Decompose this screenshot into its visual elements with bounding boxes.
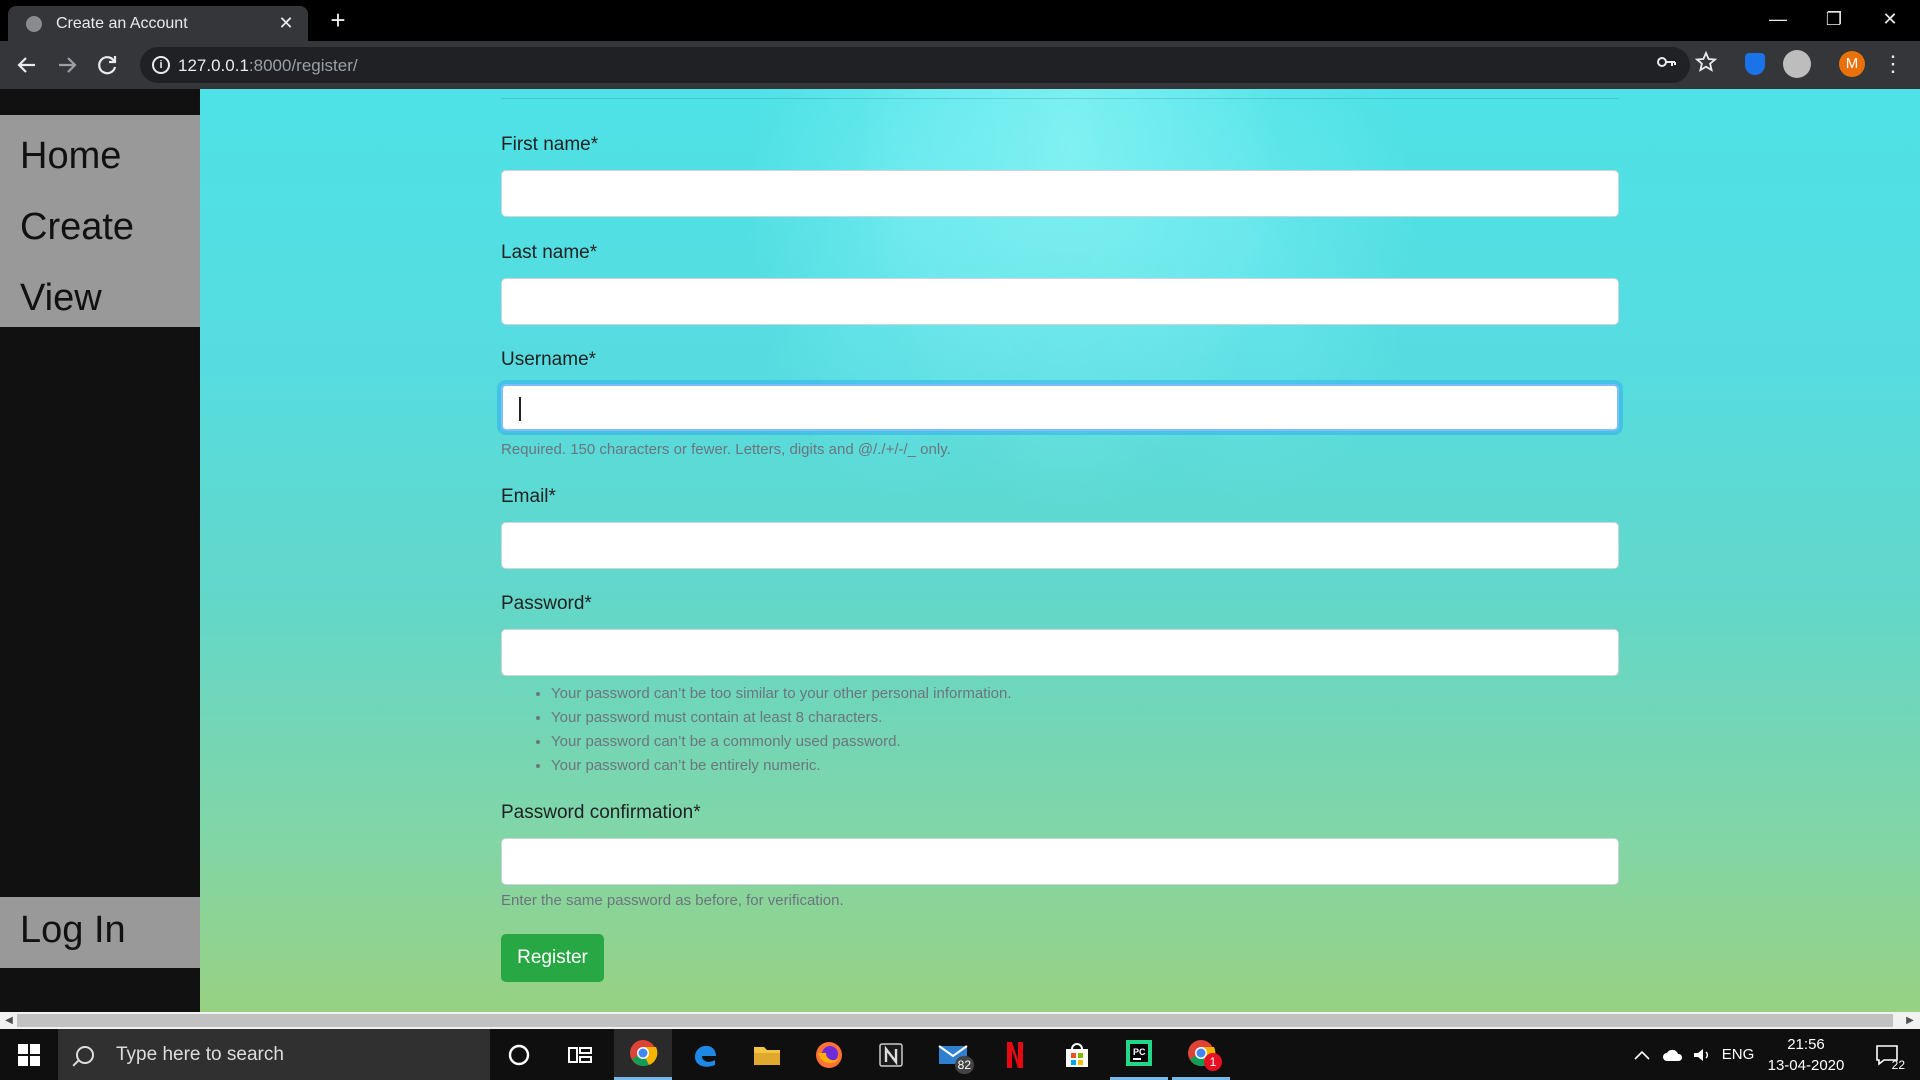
chevron-up-icon[interactable] [1630,1029,1654,1080]
chrome-profile-taskbar-icon[interactable]: 1 [1172,1029,1230,1080]
pycharm-icon[interactable]: PC [1110,1029,1168,1080]
star-icon[interactable] [1692,50,1720,79]
password-label: Password* [501,593,592,614]
text-caret [519,397,521,421]
task-view-icon[interactable] [551,1029,609,1080]
first-name-field[interactable] [501,170,1619,217]
restore-button[interactable]: ❐ [1806,0,1862,40]
sidebar-item-login[interactable]: Log In [20,909,126,952]
taskbar-search[interactable]: Type here to search [58,1029,490,1080]
last-name-field[interactable] [501,278,1619,325]
windows-icon [18,1043,40,1066]
browser-tab-strip: Create an Account ✕ + — ❐ ✕ [0,0,1920,41]
username-help: Required. 150 characters or fewer. Lette… [501,441,951,458]
notification-center-icon[interactable]: 22 [1862,1029,1912,1080]
reload-icon[interactable] [93,51,121,79]
new-tab-button[interactable]: + [325,7,351,34]
last-name-label: Last name* [501,242,598,263]
search-placeholder: Type here to search [116,1043,284,1065]
password-confirmation-field[interactable] [501,838,1619,885]
mail-badge: 82 [954,1056,974,1074]
back-icon[interactable] [13,51,41,79]
password-confirmation-label: Password confirmation* [501,802,701,823]
sidebar-bottom-nav: Log In [0,897,200,968]
password-field[interactable] [501,629,1619,676]
password-confirmation-help: Enter the same password as before, for v… [501,892,844,909]
svg-text:PC: PC [1133,1047,1146,1057]
key-icon[interactable] [1652,51,1680,79]
scrollbar-thumb[interactable] [17,1014,1893,1027]
forward-icon[interactable] [53,51,81,79]
scroll-left-icon[interactable]: ◀ [3,1015,15,1027]
notification-count: 22 [1891,1058,1905,1072]
sidebar-nav: Home Create View [0,115,200,327]
clock[interactable]: 21:56 13-04-2020 [1756,1034,1856,1076]
volume-icon[interactable] [1688,1029,1716,1080]
password-help-item: Your password can’t be entirely numeric. [551,754,1012,778]
username-field[interactable] [501,384,1619,431]
clock-date: 13-04-2020 [1767,1057,1845,1074]
shield-extension-icon[interactable] [1745,53,1765,75]
password-help-item: Your password must contain at least 8 ch… [551,706,1012,730]
minimize-button[interactable]: — [1750,0,1806,40]
mail-icon[interactable]: 82 [924,1029,982,1080]
chrome-taskbar-icon[interactable] [614,1029,672,1080]
sidebar-item-home[interactable]: Home [20,135,121,178]
extension-icon[interactable] [1783,50,1811,78]
scroll-right-icon[interactable]: ▶ [1904,1015,1916,1027]
clock-time: 21:56 [1787,1036,1825,1053]
email-field[interactable] [501,522,1619,569]
password-help-item: Your password can’t be too similar to yo… [551,682,1012,706]
password-help-item: Your password can’t be a commonly used p… [551,730,1012,754]
info-icon[interactable]: i [152,56,170,74]
password-help-list: Your password can’t be too similar to yo… [551,682,1012,778]
sidebar: Home Create View Log In [0,89,200,1012]
horizontal-scrollbar[interactable]: ◀ ▶ [0,1012,1920,1029]
firefox-icon[interactable] [800,1029,858,1080]
chrome-badge: 1 [1204,1053,1222,1071]
netflix-icon[interactable] [986,1029,1044,1080]
search-icon [76,1045,94,1064]
email-label: Email* [501,486,556,507]
menu-icon[interactable]: ⋮ [1882,51,1904,77]
page-viewport: Home Create View Log In First name* Last… [0,89,1920,1012]
sidebar-item-create[interactable]: Create [20,206,134,249]
store-icon[interactable] [1048,1029,1106,1080]
register-button[interactable]: Register [501,934,604,982]
close-window-button[interactable]: ✕ [1862,0,1918,40]
globe-icon [26,15,42,32]
profile-avatar[interactable]: M [1839,51,1865,77]
cortana-icon[interactable] [490,1029,548,1080]
address-bar[interactable]: i 127.0.0.1:8000/register/ [140,47,1690,83]
taskbar: Type here to search 82 PC 1 ENG 21:56 13… [0,1029,1920,1080]
divider [501,98,1619,99]
browser-toolbar: i 127.0.0.1:8000/register/ [0,41,1920,89]
url-text: 127.0.0.1:8000/register/ [178,56,358,75]
first-name-label: First name* [501,134,599,155]
username-label: Username* [501,349,597,370]
edge-icon[interactable] [676,1029,734,1080]
browser-tab[interactable]: Create an Account ✕ [8,6,308,41]
language-indicator[interactable]: ENG [1718,1029,1758,1080]
file-explorer-icon[interactable] [738,1029,796,1080]
start-button[interactable] [0,1029,58,1080]
onedrive-icon[interactable] [1658,1029,1688,1080]
sidebar-item-view[interactable]: View [20,277,102,320]
notion-icon[interactable] [862,1029,920,1080]
tab-title: Create an Account [56,14,188,32]
close-tab-icon[interactable]: ✕ [276,13,296,34]
